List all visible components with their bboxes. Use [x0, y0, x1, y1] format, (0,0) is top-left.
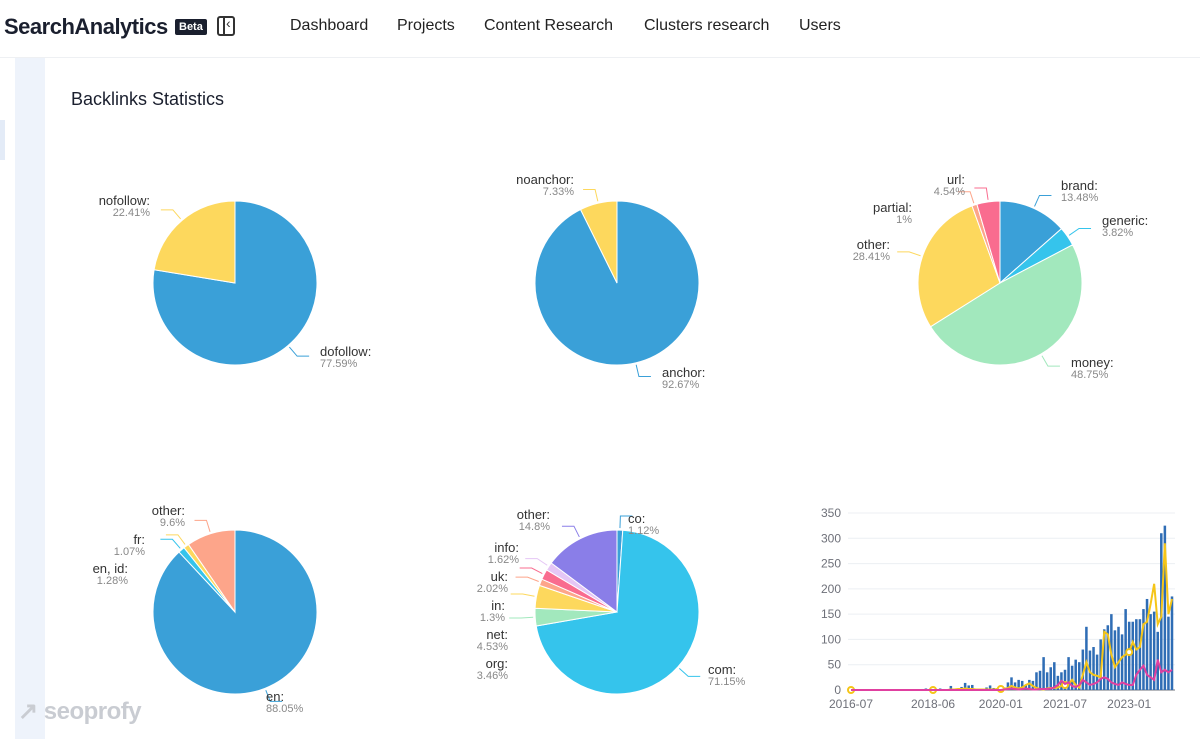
y-tick-label: 150 [821, 607, 841, 621]
pie-label: generic: 3.82% [1102, 213, 1149, 239]
pie-label: co: 1.12% [628, 511, 660, 537]
y-tick-label: 350 [821, 506, 841, 520]
pie-label: dofollow: 77.59% [320, 344, 372, 370]
leader-line [510, 593, 535, 597]
bar [1113, 630, 1117, 690]
pie-label: fr: 1.07% [113, 532, 145, 558]
y-tick-label: 0 [834, 683, 841, 697]
leader-line [1068, 227, 1092, 236]
leader-line [525, 558, 548, 566]
pie-label: en: 88.05% [266, 689, 304, 715]
x-tick-label: 2018-06 [911, 697, 955, 711]
y-tick-label: 250 [821, 557, 841, 571]
bar [1085, 626, 1088, 690]
y-tick-label: 100 [821, 632, 841, 646]
x-tick-label: 2016-07 [829, 697, 873, 711]
bar [1142, 609, 1145, 690]
leader-line [1034, 194, 1052, 207]
bar [1117, 626, 1120, 690]
bar [1138, 619, 1142, 690]
leader-line [519, 567, 543, 574]
leader-line [509, 616, 534, 619]
pie-label: money: 48.75% [1071, 355, 1114, 381]
pie-label: other: 14.8% [516, 507, 550, 533]
pie-label: uk: 2.02% [476, 569, 508, 595]
series-line [851, 543, 1173, 691]
bar [1167, 616, 1170, 690]
bar [1049, 667, 1052, 690]
pie-label: brand: 13.48% [1061, 178, 1099, 204]
bar [1045, 672, 1049, 690]
pie-label: org: 3.46% [476, 656, 508, 682]
leader-line [583, 189, 599, 202]
pie-label: url: 4.54% [933, 172, 965, 198]
pie-label: en, id: 1.28% [92, 561, 128, 587]
bar [1095, 654, 1099, 690]
leader-line [678, 667, 701, 677]
pie-label: nofollow: 22.41% [98, 193, 150, 219]
leader-line [974, 187, 989, 200]
pie-label: other: 9.6% [151, 503, 185, 529]
leader-line [194, 519, 211, 532]
pie-label: other: 28.41% [852, 237, 890, 263]
x-tick-label: 2020-01 [979, 697, 1023, 711]
pie-label: net: 4.53% [476, 627, 508, 653]
leader-line [635, 364, 651, 377]
charts-canvas: 0 50 100 150 200 250 300 350 2016-07 2018-06 2020-… [152, 187, 1175, 711]
x-tick-label: 2023-01 [1107, 697, 1151, 711]
pie-label: partial: 1% [872, 200, 912, 226]
leader-line [515, 576, 539, 582]
watermark-text: seoprofy [43, 698, 142, 725]
leader-line [561, 525, 580, 538]
leader-line [160, 209, 182, 220]
leader-line [160, 538, 181, 549]
series-point [1125, 648, 1134, 657]
pie-label: noanchor: 7.33% [516, 172, 574, 198]
leader-line [897, 251, 921, 257]
bar [1038, 670, 1042, 690]
y-tick-label: 50 [828, 658, 842, 672]
pie-label: info: 1.62% [487, 540, 519, 566]
y-tick-label: 300 [821, 531, 841, 545]
x-tick-label: 2021-07 [1043, 697, 1087, 711]
seoprofy-watermark: ↗ seoprofy [18, 698, 142, 725]
y-tick-label: 200 [821, 582, 841, 596]
pie-slice [153, 200, 236, 284]
bar [1042, 657, 1045, 690]
leader-line [288, 346, 310, 357]
bar [1170, 596, 1174, 690]
pie-label: in: 1.3% [479, 598, 505, 624]
leader-line [1041, 355, 1060, 367]
pie-label: anchor: 92.67% [662, 365, 706, 391]
pie-label: com: 71.15% [708, 662, 746, 688]
